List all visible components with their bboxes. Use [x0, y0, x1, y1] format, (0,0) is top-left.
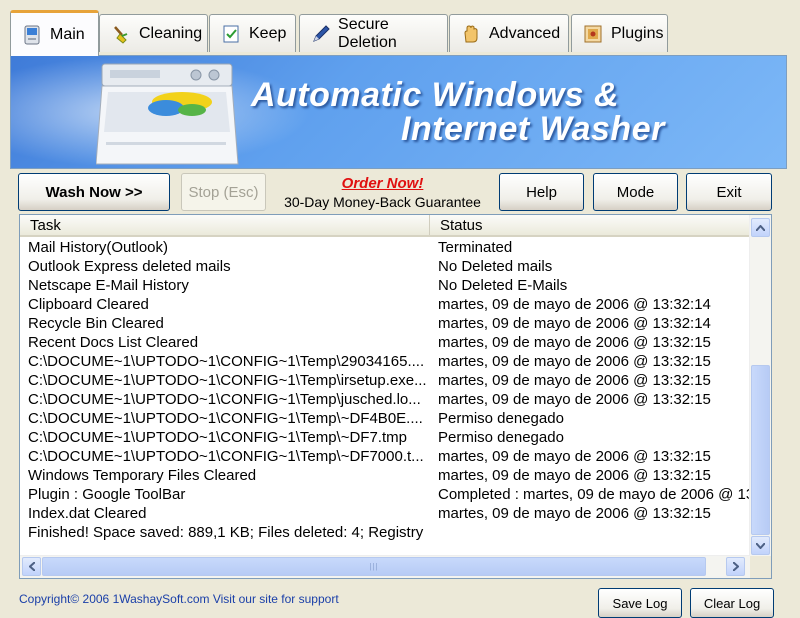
table-row[interactable]: Index.dat Cleared martes, 09 de mayo de 2… — [20, 504, 750, 523]
horizontal-scroll-thumb[interactable]: ||| — [42, 557, 706, 576]
table-row[interactable]: C:\DOCUME~1\UPTODO~1\CONFIG~1\Temp\jusch… — [20, 390, 750, 409]
copyright-text[interactable]: Copyright© 2006 1WashaySoft.com Visit ou… — [19, 592, 339, 606]
status-cell: martes, 09 de mayo de 2006 @ 13:32:15 — [438, 334, 711, 351]
status-cell: martes, 09 de mayo de 2006 @ 13:32:15 — [438, 353, 711, 370]
table-row[interactable]: Recent Docs List Cleared martes, 09 de ma… — [20, 333, 750, 352]
status-cell: Permiso denegado — [438, 410, 564, 427]
status-cell: martes, 09 de mayo de 2006 @ 13:32:15 — [438, 391, 711, 408]
task-cell: C:\DOCUME~1\UPTODO~1\CONFIG~1\Temp\29034… — [28, 353, 425, 370]
table-row[interactable]: Plugin : Google ToolBar Completed : marte… — [20, 485, 750, 504]
status-cell: Terminated — [438, 239, 513, 256]
scroll-right-button[interactable] — [726, 557, 745, 576]
order-now-link[interactable]: Order Now! — [280, 175, 485, 192]
vertical-scroll-thumb[interactable] — [751, 365, 770, 535]
guarantee-text: 30-Day Money-Back Guarantee — [284, 194, 481, 210]
wash-now-button[interactable]: Wash Now >> — [18, 173, 170, 211]
table-row[interactable]: C:\DOCUME~1\UPTODO~1\CONFIG~1\Temp\~DF70… — [20, 447, 750, 466]
exit-button[interactable]: Exit — [686, 173, 772, 211]
checklist-icon — [220, 23, 242, 45]
scroll-left-button[interactable] — [22, 557, 41, 576]
status-cell: Permiso denegado — [438, 429, 564, 446]
task-cell: Finished! Space saved: 889,1 KB; Files d… — [28, 524, 428, 541]
plugin-icon — [582, 23, 604, 45]
table-row[interactable]: Finished! Space saved: 889,1 KB; Files d… — [20, 523, 750, 542]
vertical-scrollbar[interactable] — [749, 215, 771, 557]
save-log-button[interactable]: Save Log — [598, 588, 682, 618]
tab-main[interactable]: Main — [10, 10, 99, 56]
status-cell: martes, 09 de mayo de 2006 @ 13:32:15 — [438, 372, 711, 389]
table-row[interactable]: Clipboard Cleared martes, 09 de mayo de 2… — [20, 295, 750, 314]
task-cell: C:\DOCUME~1\UPTODO~1\CONFIG~1\Temp\irset… — [28, 372, 427, 389]
status-cell: martes, 09 de mayo de 2006 @ 13:32:15 — [438, 505, 711, 522]
table-row[interactable]: C:\DOCUME~1\UPTODO~1\CONFIG~1\Temp\~DF4B… — [20, 409, 750, 428]
status-cell: No Deleted E-Mails — [438, 277, 568, 294]
list-header: Task Status — [20, 215, 750, 237]
tab-secure-deletion-label: Secure Deletion — [338, 15, 397, 51]
task-cell: C:\DOCUME~1\UPTODO~1\CONFIG~1\Temp\~DF4B… — [28, 410, 423, 427]
status-cell: martes, 09 de mayo de 2006 @ 13:32:14 — [438, 296, 711, 313]
scrollbar-corner — [750, 556, 771, 578]
status-cell: martes, 09 de mayo de 2006 @ 13:32:15 — [438, 467, 711, 484]
tab-advanced[interactable]: Advanced — [449, 14, 569, 52]
status-cell: No Deleted mails — [438, 258, 553, 275]
status-cell: martes, 09 de mayo de 2006 @ 13:32:15 — [438, 448, 711, 465]
tab-secure-deletion[interactable]: Secure Deletion — [299, 14, 448, 52]
tab-main-label: Main — [50, 25, 85, 43]
task-cell: Recycle Bin Cleared — [28, 315, 164, 332]
clear-log-button[interactable]: Clear Log — [690, 588, 774, 618]
tab-advanced-label: Advanced — [489, 24, 561, 42]
tab-keep-label: Keep — [249, 24, 287, 42]
horizontal-scrollbar[interactable]: ||| — [20, 555, 750, 578]
banner-title-line2: Internet Washer — [401, 110, 665, 148]
table-row[interactable]: Windows Temporary Files Cleared martes, 0… — [20, 466, 750, 485]
table-row[interactable]: Recycle Bin Cleared martes, 09 de mayo de… — [20, 314, 750, 333]
pen-icon — [310, 23, 331, 45]
task-cell: Recent Docs List Cleared — [28, 334, 199, 351]
table-row[interactable]: C:\DOCUME~1\UPTODO~1\CONFIG~1\Temp\29034… — [20, 352, 750, 371]
tab-bar: Main Cleaning Keep Secure Deletion Advan… — [0, 0, 800, 56]
tab-plugins-label: Plugins — [611, 24, 664, 42]
column-header-status[interactable]: Status — [430, 215, 750, 235]
table-row[interactable]: Mail History(Outlook) Terminated — [20, 238, 750, 257]
table-row[interactable]: C:\DOCUME~1\UPTODO~1\CONFIG~1\Temp\~DF7.… — [20, 428, 750, 447]
tab-plugins[interactable]: Plugins — [571, 14, 668, 52]
computer-icon — [21, 24, 43, 46]
hand-icon — [460, 23, 482, 45]
log-list[interactable]: Task Status Mail History(Outlook) Termina… — [19, 214, 772, 579]
chevron-right-icon — [732, 562, 739, 571]
status-cell: Completed : martes, 09 de mayo de 2006 @… — [438, 486, 750, 503]
task-cell: Outlook Express deleted mails — [28, 258, 231, 275]
tab-cleaning-label: Cleaning — [139, 24, 203, 42]
mode-button[interactable]: Mode — [593, 173, 678, 211]
tab-cleaning[interactable]: Cleaning — [99, 14, 208, 52]
scroll-up-button[interactable] — [751, 218, 770, 237]
task-cell: C:\DOCUME~1\UPTODO~1\CONFIG~1\Temp\~DF7.… — [28, 429, 407, 446]
order-block: Order Now! 30-Day Money-Back Guarantee — [280, 175, 485, 210]
stop-button[interactable]: Stop (Esc) — [181, 173, 266, 211]
task-cell: Mail History(Outlook) — [28, 239, 169, 256]
task-cell: Windows Temporary Files Cleared — [28, 467, 257, 484]
task-cell: Clipboard Cleared — [28, 296, 149, 313]
table-row[interactable]: Outlook Express deleted mails No Deleted … — [20, 257, 750, 276]
task-cell: Plugin : Google ToolBar — [28, 486, 186, 503]
scroll-down-button[interactable] — [751, 536, 770, 555]
table-row[interactable]: Netscape E-Mail History No Deleted E-Mail… — [20, 276, 750, 295]
chevron-up-icon — [756, 224, 765, 231]
log-rows: Mail History(Outlook) Terminated Outlook E… — [20, 238, 750, 554]
tab-keep[interactable]: Keep — [209, 14, 296, 52]
broom-icon — [110, 23, 132, 45]
washing-machine-icon — [95, 62, 246, 168]
chevron-down-icon — [756, 542, 765, 549]
task-cell: Netscape E-Mail History — [28, 277, 189, 294]
chevron-left-icon — [28, 562, 35, 571]
task-cell: Index.dat Cleared — [28, 505, 147, 522]
help-button[interactable]: Help — [499, 173, 584, 211]
status-cell: martes, 09 de mayo de 2006 @ 13:32:14 — [438, 315, 711, 332]
table-row[interactable]: C:\DOCUME~1\UPTODO~1\CONFIG~1\Temp\irset… — [20, 371, 750, 390]
banner: Automatic Windows & Internet Washer — [10, 55, 787, 169]
task-cell: C:\DOCUME~1\UPTODO~1\CONFIG~1\Temp\jusch… — [28, 391, 421, 408]
task-cell: C:\DOCUME~1\UPTODO~1\CONFIG~1\Temp\~DF70… — [28, 448, 424, 465]
column-header-task[interactable]: Task — [20, 215, 430, 235]
